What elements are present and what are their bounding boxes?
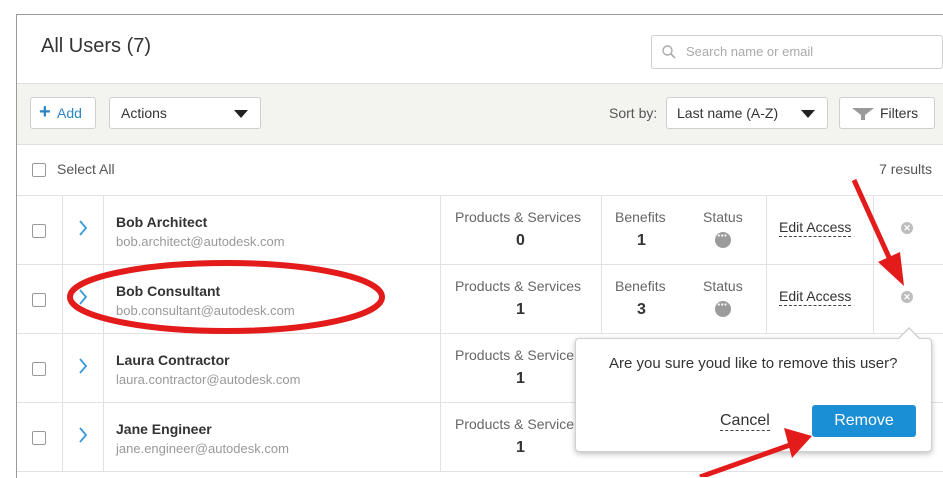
filters-button-label: Filters (880, 105, 919, 121)
filters-button[interactable]: Filters (839, 97, 935, 129)
remove-button[interactable]: Remove (812, 405, 916, 437)
chevron-right-icon[interactable] (78, 289, 88, 305)
column-divider (440, 265, 441, 333)
chevron-right-icon[interactable] (78, 220, 88, 236)
actions-dropdown[interactable]: Actions (109, 97, 261, 129)
select-all-checkbox[interactable] (32, 163, 46, 177)
sort-by-label: Sort by: (609, 105, 658, 121)
column-divider (62, 196, 63, 264)
column-divider (62, 265, 63, 333)
column-divider (601, 196, 602, 264)
column-divider (440, 403, 441, 471)
products-label: Products & Service (455, 416, 575, 432)
products-label: Products & Service (455, 347, 575, 363)
plus-icon: + (39, 101, 51, 123)
caret-down-icon (801, 110, 815, 118)
products-label: Products & Services (455, 209, 582, 225)
row-checkbox[interactable] (32, 293, 46, 307)
edit-access-link[interactable]: Edit Access (779, 219, 852, 237)
user-name[interactable]: Bob Consultant (116, 283, 220, 299)
products-label: Products & Services (455, 278, 582, 294)
remove-x-icon[interactable]: ✕ (901, 291, 913, 303)
remove-x-icon[interactable]: ✕ (901, 222, 913, 234)
user-name[interactable]: Jane Engineer (116, 421, 212, 437)
remove-confirm-popover: Are you sure youd like to remove this us… (575, 327, 932, 452)
status-more-icon[interactable] (715, 297, 731, 317)
column-divider (103, 334, 104, 402)
column-divider (103, 196, 104, 264)
chevron-right-icon[interactable] (78, 427, 88, 443)
chevron-right-icon[interactable] (78, 358, 88, 374)
user-email: bob.architect@autodesk.com (116, 234, 285, 249)
status-more-icon[interactable] (715, 228, 731, 248)
column-divider (601, 265, 602, 333)
benefits-count: 1 (637, 232, 646, 249)
products-count: 1 (516, 370, 525, 387)
results-count: 7 results (879, 161, 932, 177)
row-checkbox[interactable] (32, 362, 46, 376)
user-name[interactable]: Laura Contractor (116, 352, 230, 368)
table-row: Bob Consultant bob.consultant@autodesk.c… (17, 265, 943, 334)
column-divider (103, 265, 104, 333)
user-email: laura.contractor@autodesk.com (116, 372, 301, 387)
select-all-label: Select All (57, 161, 115, 177)
user-email: bob.consultant@autodesk.com (116, 303, 295, 318)
column-divider (62, 334, 63, 402)
confirm-message: Are you sure youd like to remove this us… (609, 355, 898, 372)
edit-access-link[interactable]: Edit Access (779, 288, 852, 306)
column-divider (766, 196, 767, 264)
search-icon (662, 45, 676, 59)
add-button-label: Add (57, 105, 82, 121)
page-title: All Users (7) (41, 35, 152, 57)
user-name[interactable]: Bob Architect (116, 214, 207, 230)
funnel-icon (852, 108, 874, 120)
user-email: jane.engineer@autodesk.com (116, 441, 289, 456)
search-placeholder: Search name or email (686, 44, 814, 59)
products-count: 1 (516, 301, 525, 318)
sort-dropdown[interactable]: Last name (A-Z) (666, 97, 828, 129)
popover-arrow-fill (898, 329, 920, 340)
column-divider (103, 403, 104, 471)
actions-dropdown-label: Actions (121, 105, 167, 121)
column-divider (873, 196, 874, 264)
benefits-label: Benefits (615, 209, 666, 225)
sort-dropdown-value: Last name (A-Z) (677, 105, 779, 121)
benefits-count: 3 (637, 301, 646, 318)
cancel-button[interactable]: Cancel (720, 411, 770, 431)
add-user-button[interactable]: + Add (30, 97, 96, 129)
column-divider (440, 334, 441, 402)
toolbar: + Add Actions Sort by: Last name (A-Z) F… (17, 83, 943, 145)
column-divider (873, 265, 874, 333)
products-count: 1 (516, 439, 525, 456)
column-divider (766, 265, 767, 333)
caret-down-icon (234, 110, 248, 118)
column-divider (62, 403, 63, 471)
select-all-bar: Select All 7 results (17, 143, 943, 196)
status-label: Status (703, 209, 743, 225)
search-input[interactable]: Search name or email (651, 35, 943, 69)
table-row: Bob Architect bob.architect@autodesk.com… (17, 196, 943, 265)
products-count: 0 (516, 232, 525, 249)
row-checkbox[interactable] (32, 431, 46, 445)
benefits-label: Benefits (615, 278, 666, 294)
row-checkbox[interactable] (32, 224, 46, 238)
column-divider (440, 196, 441, 264)
status-label: Status (703, 278, 743, 294)
